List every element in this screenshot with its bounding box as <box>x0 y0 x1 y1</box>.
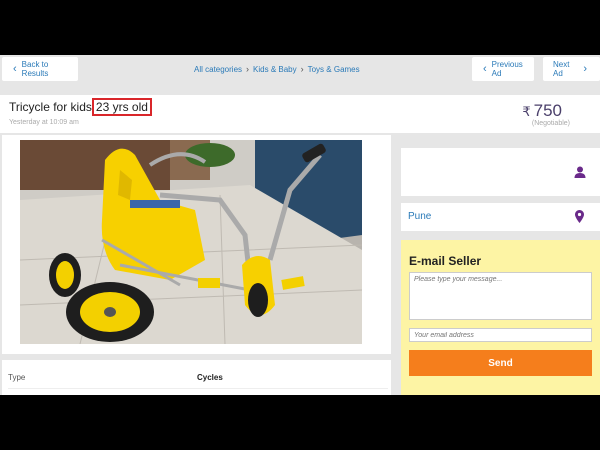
ad-posted-date: Yesterday at 10:09 am <box>9 119 79 126</box>
image-panel <box>2 135 391 354</box>
previous-ad-label: Previous Ad <box>491 60 523 78</box>
back-to-results-button[interactable]: ‹ Back to Results <box>2 57 78 81</box>
email-seller-form: E-mail Seller Send <box>401 240 600 395</box>
location-box: Pune <box>401 203 600 231</box>
ad-price: ₹750 <box>522 101 562 121</box>
ad-title-highlight: 23 yrs old <box>91 98 152 116</box>
detail-type-value: Cycles <box>197 373 223 382</box>
chevron-left-icon: ‹ <box>483 62 487 75</box>
chevron-right-icon: › <box>583 62 587 75</box>
ad-title-text: Tricycle for kids <box>9 100 92 114</box>
email-seller-title: E-mail Seller <box>409 254 482 268</box>
breadcrumb-kids-baby[interactable]: Kids & Baby <box>253 65 297 74</box>
map-pin-icon <box>575 210 584 223</box>
next-ad-label: Next Ad <box>553 60 570 78</box>
divider <box>8 388 388 389</box>
next-ad-button[interactable]: Next Ad › <box>543 57 600 81</box>
chevron-left-icon: ‹ <box>13 62 17 75</box>
email-field[interactable] <box>409 328 592 342</box>
ad-title: Tricycle for kids 23 yrs old <box>9 98 152 116</box>
listing-page: ‹ Back to Results All categories › Kids … <box>0 55 600 395</box>
price-negotiable: (Negotiable) <box>531 120 570 127</box>
chevron-right-icon: › <box>300 64 304 74</box>
price-value: 750 <box>533 101 562 120</box>
back-to-results-label: Back to Results <box>21 60 49 78</box>
seller-contact-box <box>401 148 600 196</box>
send-button[interactable]: Send <box>409 350 592 376</box>
ad-header: Tricycle for kids 23 yrs old Yesterday at… <box>0 95 600 133</box>
detail-type-label: Type <box>8 373 26 382</box>
previous-ad-button[interactable]: ‹ Previous Ad <box>472 57 534 81</box>
breadcrumb-all-categories[interactable]: All categories <box>194 65 242 74</box>
message-input[interactable] <box>409 272 592 320</box>
breadcrumb: All categories › Kids & Baby › Toys & Ga… <box>194 64 360 74</box>
ad-details: Type Cycles <box>2 360 391 395</box>
breadcrumb-toys-games[interactable]: Toys & Games <box>308 65 360 74</box>
rupee-icon: ₹ <box>522 104 531 119</box>
product-photo[interactable] <box>20 140 362 344</box>
user-icon <box>574 166 586 178</box>
chevron-right-icon: › <box>246 64 250 74</box>
location-text: Pune <box>408 211 432 222</box>
